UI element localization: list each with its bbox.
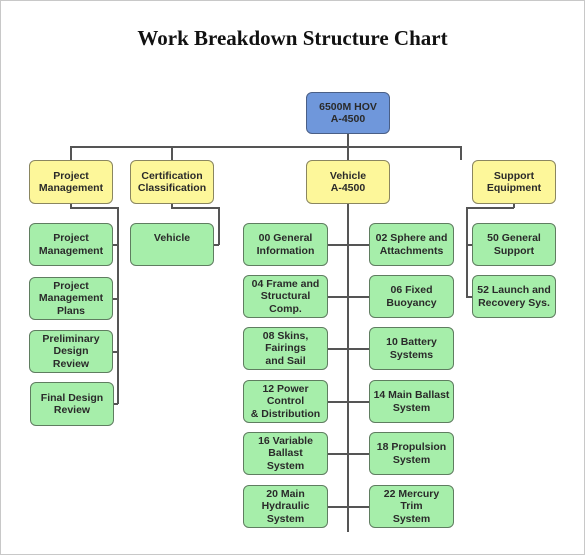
connector-to-pm [70, 146, 72, 160]
leaf-20-main-hydraulic: 20 Main Hydraulic System [243, 485, 328, 528]
connector-vehicle-r3 [327, 348, 369, 350]
leaf-10-battery-systems: 10 Battery Systems [369, 327, 454, 370]
connector-to-cert [171, 146, 173, 160]
connector-vehicle-r1 [327, 244, 369, 246]
connector-cert-spine [218, 207, 220, 245]
leaf-02-sphere-attachments: 02 Sphere and Attachments [369, 223, 454, 266]
node-project-management: Project Management [29, 160, 113, 204]
connector-support-over [466, 207, 514, 209]
leaf-16-variable-ballast: 16 Variable Ballast System [243, 432, 328, 475]
node-certification-classification: Certification Classification [130, 160, 214, 204]
leaf-final-design-review: Final Design Review [30, 382, 114, 426]
connector-vehicle-r5 [327, 453, 369, 455]
leaf-52-launch-recovery: 52 Launch and Recovery Sys. [472, 275, 556, 318]
leaf-vehicle-certification: Vehicle [130, 223, 214, 266]
leaf-18-propulsion: 18 Propulsion System [369, 432, 454, 475]
connector-level1-bus [70, 146, 461, 148]
connector-support-spine [466, 207, 468, 297]
chart-title: Work Breakdown Structure Chart [137, 26, 448, 50]
connector-vehicle-spine [347, 203, 349, 532]
leaf-50-general-support: 50 General Support [472, 223, 556, 266]
connector-vehicle-r4 [327, 401, 369, 403]
root-node: 6500M HOV A-4500 [306, 92, 390, 134]
connector-root-down [347, 133, 349, 146]
node-vehicle-a4500: Vehicle A-4500 [306, 160, 390, 204]
leaf-project-management: Project Management [29, 223, 113, 266]
node-support-equipment: Support Equipment [472, 160, 556, 204]
connector-to-vehicle [347, 146, 349, 160]
leaf-04-frame-structural: 04 Frame and Structural Comp. [243, 275, 328, 318]
connector-cert-over [171, 207, 219, 209]
connector-pm-spine [117, 207, 119, 404]
leaf-14-main-ballast: 14 Main Ballast System [369, 380, 454, 423]
leaf-08-skins-fairings-sail: 08 Skins, Fairings and Sail [243, 327, 328, 370]
leaf-preliminary-design-review: Preliminary Design Review [29, 330, 113, 373]
leaf-00-general-information: 00 General Information [243, 223, 328, 266]
leaf-06-fixed-buoyancy: 06 Fixed Buoyancy [369, 275, 454, 318]
leaf-22-mercury-trim: 22 Mercury Trim System [369, 485, 454, 528]
connector-pm-over [70, 207, 118, 209]
connector-to-support [460, 146, 462, 160]
connector-vehicle-r6 [327, 506, 369, 508]
leaf-12-power-control: 12 Power Control & Distribution [243, 380, 328, 423]
connector-vehicle-r2 [327, 296, 369, 298]
leaf-project-management-plans: Project Management Plans [29, 277, 113, 320]
